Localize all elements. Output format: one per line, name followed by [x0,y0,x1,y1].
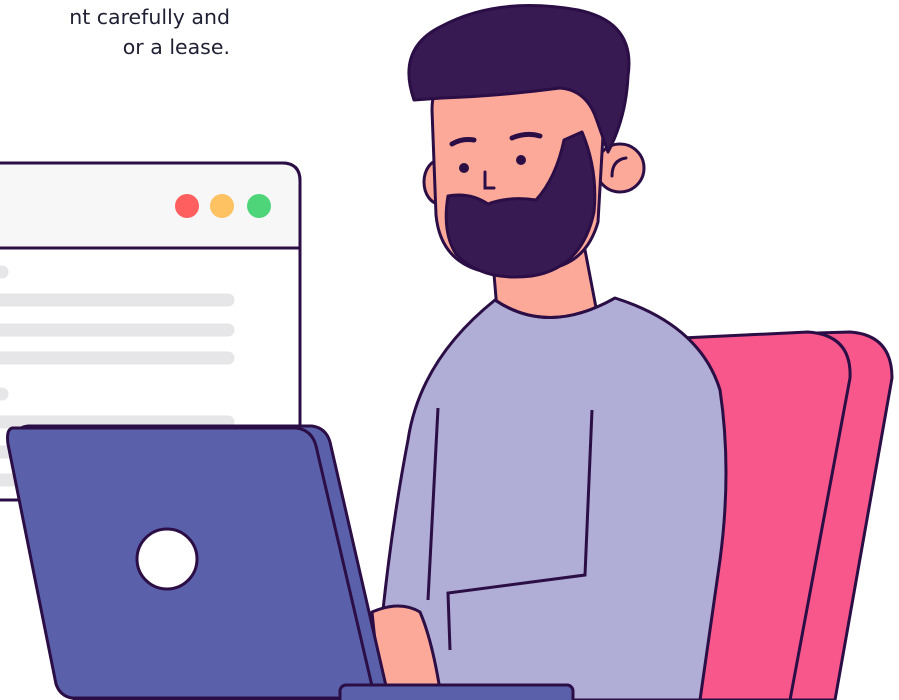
window-minimize-dot [210,194,234,218]
window-close-dot [175,194,199,218]
laptop-logo-circle [135,527,199,591]
person-illustration [370,4,728,700]
window-maximize-dot [247,194,271,218]
illustration [0,4,894,700]
laptop-base [338,683,575,700]
